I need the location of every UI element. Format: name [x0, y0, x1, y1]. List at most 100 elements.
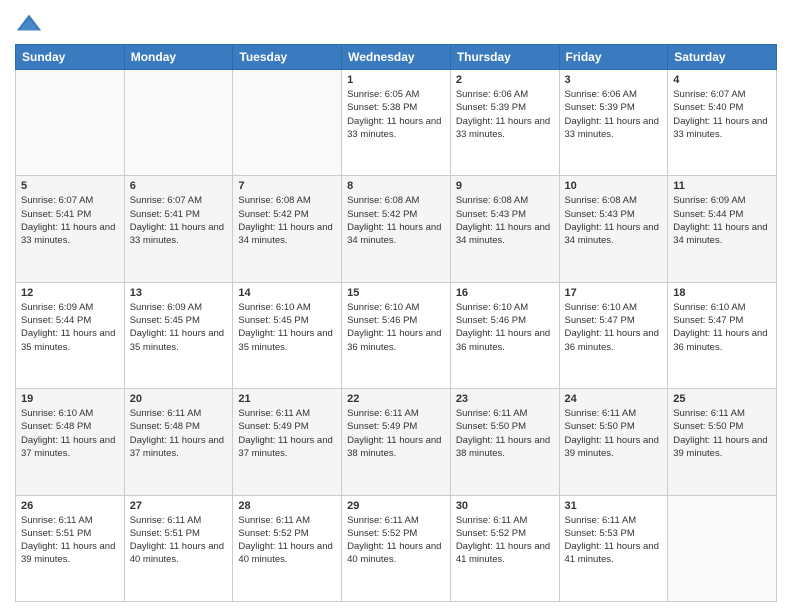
day-info: Sunrise: 6:06 AMSunset: 5:39 PMDaylight:…: [565, 88, 663, 141]
day-number: 11: [673, 180, 771, 192]
calendar-body: 1 Sunrise: 6:05 AMSunset: 5:38 PMDaylight…: [16, 70, 777, 602]
day-info: Sunrise: 6:06 AMSunset: 5:39 PMDaylight:…: [456, 88, 554, 141]
day-info: Sunrise: 6:09 AMSunset: 5:45 PMDaylight:…: [130, 301, 228, 354]
day-number: 12: [21, 287, 119, 299]
day-info: Sunrise: 6:08 AMSunset: 5:42 PMDaylight:…: [238, 194, 336, 247]
calendar-cell: [16, 70, 125, 176]
day-number: 22: [347, 393, 445, 405]
day-info: Sunrise: 6:10 AMSunset: 5:47 PMDaylight:…: [565, 301, 663, 354]
weekday-header-monday: Monday: [124, 45, 233, 70]
weekday-header-row: SundayMondayTuesdayWednesdayThursdayFrid…: [16, 45, 777, 70]
weekday-header-thursday: Thursday: [450, 45, 559, 70]
calendar-cell: 26Sunrise: 6:11 AMSunset: 5:51 PMDayligh…: [16, 495, 125, 601]
day-number: 1: [347, 74, 445, 86]
day-info: Sunrise: 6:05 AMSunset: 5:38 PMDaylight:…: [347, 88, 445, 141]
calendar-cell: 2 Sunrise: 6:06 AMSunset: 5:39 PMDaylight…: [450, 70, 559, 176]
day-number: 18: [673, 287, 771, 299]
day-number: 4: [673, 74, 771, 86]
day-number: 20: [130, 393, 228, 405]
calendar-week-3: 12 Sunrise: 6:09 AMSunset: 5:44 PMDayligh…: [16, 282, 777, 388]
calendar-cell: 4 Sunrise: 6:07 AMSunset: 5:40 PMDaylight…: [668, 70, 777, 176]
calendar-cell: 27Sunrise: 6:11 AMSunset: 5:51 PMDayligh…: [124, 495, 233, 601]
calendar-cell: 1 Sunrise: 6:05 AMSunset: 5:38 PMDaylight…: [342, 70, 451, 176]
calendar-cell: 9 Sunrise: 6:08 AMSunset: 5:43 PMDaylight…: [450, 176, 559, 282]
calendar-cell: 28Sunrise: 6:11 AMSunset: 5:52 PMDayligh…: [233, 495, 342, 601]
calendar-cell: 29 Sunrise: 6:11 AMSunset: 5:52 PMDayligh…: [342, 495, 451, 601]
calendar-week-2: 5 Sunrise: 6:07 AMSunset: 5:41 PMDaylight…: [16, 176, 777, 282]
logo-icon: [15, 10, 43, 38]
day-number: 27: [130, 500, 228, 512]
calendar-cell: 5Sunrise: 6:07 AMSunset: 5:41 PMDaylight…: [16, 176, 125, 282]
day-info: Sunrise: 6:11 AMSunset: 5:50 PMDaylight:…: [565, 407, 663, 460]
day-info: Sunrise: 6:11 AMSunset: 5:51 PMDaylight:…: [21, 514, 119, 567]
calendar-header: SundayMondayTuesdayWednesdayThursdayFrid…: [16, 45, 777, 70]
calendar-cell: 30Sunrise: 6:11 AMSunset: 5:52 PMDayligh…: [450, 495, 559, 601]
logo: [15, 10, 47, 38]
calendar-cell: 17Sunrise: 6:10 AMSunset: 5:47 PMDayligh…: [559, 282, 668, 388]
weekday-header-wednesday: Wednesday: [342, 45, 451, 70]
day-info: Sunrise: 6:11 AMSunset: 5:48 PMDaylight:…: [130, 407, 228, 460]
calendar-week-5: 26Sunrise: 6:11 AMSunset: 5:51 PMDayligh…: [16, 495, 777, 601]
day-number: 2: [456, 74, 554, 86]
calendar-cell: 10 Sunrise: 6:08 AMSunset: 5:43 PMDayligh…: [559, 176, 668, 282]
day-number: 23: [456, 393, 554, 405]
day-info: Sunrise: 6:07 AMSunset: 5:40 PMDaylight:…: [673, 88, 771, 141]
calendar-cell: 14Sunrise: 6:10 AMSunset: 5:45 PMDayligh…: [233, 282, 342, 388]
day-number: 13: [130, 287, 228, 299]
calendar-cell: 18Sunrise: 6:10 AMSunset: 5:47 PMDayligh…: [668, 282, 777, 388]
day-number: 5: [21, 180, 119, 192]
day-number: 31: [565, 500, 663, 512]
day-info: Sunrise: 6:11 AMSunset: 5:49 PMDaylight:…: [238, 407, 336, 460]
weekday-header-saturday: Saturday: [668, 45, 777, 70]
weekday-header-friday: Friday: [559, 45, 668, 70]
calendar-cell: [233, 70, 342, 176]
calendar-cell: 6 Sunrise: 6:07 AMSunset: 5:41 PMDaylight…: [124, 176, 233, 282]
day-number: 16: [456, 287, 554, 299]
day-info: Sunrise: 6:08 AMSunset: 5:43 PMDaylight:…: [565, 194, 663, 247]
day-info: Sunrise: 6:09 AMSunset: 5:44 PMDaylight:…: [673, 194, 771, 247]
day-number: 7: [238, 180, 336, 192]
day-info: Sunrise: 6:10 AMSunset: 5:45 PMDaylight:…: [238, 301, 336, 354]
day-number: 25: [673, 393, 771, 405]
day-number: 15: [347, 287, 445, 299]
day-number: 8: [347, 180, 445, 192]
calendar-table: SundayMondayTuesdayWednesdayThursdayFrid…: [15, 44, 777, 602]
day-info: Sunrise: 6:10 AMSunset: 5:48 PMDaylight:…: [21, 407, 119, 460]
calendar-cell: 19 Sunrise: 6:10 AMSunset: 5:48 PMDayligh…: [16, 389, 125, 495]
day-number: 21: [238, 393, 336, 405]
calendar-cell: 16 Sunrise: 6:10 AMSunset: 5:46 PMDayligh…: [450, 282, 559, 388]
calendar-cell: 11 Sunrise: 6:09 AMSunset: 5:44 PMDayligh…: [668, 176, 777, 282]
calendar-cell: 12 Sunrise: 6:09 AMSunset: 5:44 PMDayligh…: [16, 282, 125, 388]
day-info: Sunrise: 6:11 AMSunset: 5:49 PMDaylight:…: [347, 407, 445, 460]
day-number: 10: [565, 180, 663, 192]
header: [15, 10, 777, 38]
calendar-cell: 23Sunrise: 6:11 AMSunset: 5:50 PMDayligh…: [450, 389, 559, 495]
calendar-cell: 24 Sunrise: 6:11 AMSunset: 5:50 PMDayligh…: [559, 389, 668, 495]
calendar-cell: 20 Sunrise: 6:11 AMSunset: 5:48 PMDayligh…: [124, 389, 233, 495]
calendar-cell: 13 Sunrise: 6:09 AMSunset: 5:45 PMDayligh…: [124, 282, 233, 388]
day-number: 28: [238, 500, 336, 512]
calendar-cell: [124, 70, 233, 176]
calendar-cell: 15Sunrise: 6:10 AMSunset: 5:46 PMDayligh…: [342, 282, 451, 388]
day-number: 24: [565, 393, 663, 405]
day-number: 6: [130, 180, 228, 192]
day-info: Sunrise: 6:10 AMSunset: 5:46 PMDaylight:…: [456, 301, 554, 354]
day-info: Sunrise: 6:08 AMSunset: 5:43 PMDaylight:…: [456, 194, 554, 247]
calendar-cell: 21 Sunrise: 6:11 AMSunset: 5:49 PMDayligh…: [233, 389, 342, 495]
day-info: Sunrise: 6:09 AMSunset: 5:44 PMDaylight:…: [21, 301, 119, 354]
calendar-cell: 7 Sunrise: 6:08 AMSunset: 5:42 PMDaylight…: [233, 176, 342, 282]
day-number: 9: [456, 180, 554, 192]
weekday-header-tuesday: Tuesday: [233, 45, 342, 70]
calendar-week-1: 1 Sunrise: 6:05 AMSunset: 5:38 PMDaylight…: [16, 70, 777, 176]
calendar-cell: 25Sunrise: 6:11 AMSunset: 5:50 PMDayligh…: [668, 389, 777, 495]
day-info: Sunrise: 6:11 AMSunset: 5:53 PMDaylight:…: [565, 514, 663, 567]
day-info: Sunrise: 6:07 AMSunset: 5:41 PMDaylight:…: [130, 194, 228, 247]
day-number: 30: [456, 500, 554, 512]
day-number: 3: [565, 74, 663, 86]
day-number: 29: [347, 500, 445, 512]
page: SundayMondayTuesdayWednesdayThursdayFrid…: [0, 0, 792, 612]
calendar-cell: 3 Sunrise: 6:06 AMSunset: 5:39 PMDaylight…: [559, 70, 668, 176]
day-info: Sunrise: 6:11 AMSunset: 5:52 PMDaylight:…: [347, 514, 445, 567]
calendar-cell: 8Sunrise: 6:08 AMSunset: 5:42 PMDaylight…: [342, 176, 451, 282]
day-number: 19: [21, 393, 119, 405]
